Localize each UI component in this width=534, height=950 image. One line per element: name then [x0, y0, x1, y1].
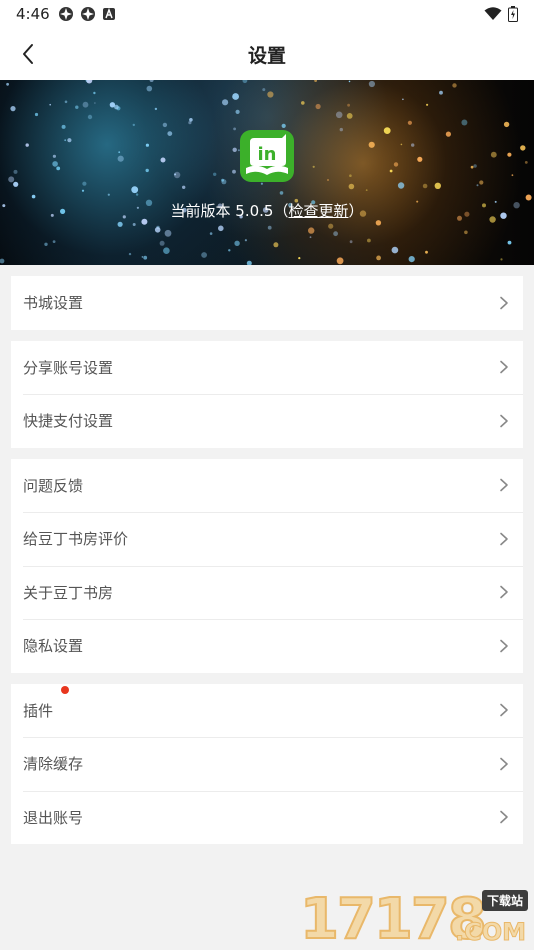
settings-group: 问题反馈给豆丁书房评价 关于豆丁书房 隐私设置 [11, 458, 523, 673]
site-watermark-logo: 17178 下载站 .COM [299, 886, 530, 950]
settings-row-label: 给豆丁书房评价 [23, 530, 129, 549]
status-notification-icons [58, 6, 116, 22]
settings-row-label: 插件 [23, 685, 497, 721]
settings-row-label: 退出账号 [23, 808, 84, 827]
settings-row-label: 快捷支付设置 [23, 412, 114, 431]
settings-row[interactable]: 插件 [11, 684, 523, 738]
settings-list: 书城设置 分享账号设置 快捷支付设置 问题反馈 给豆丁书房评价 关于豆丁书房 隐私设置 插件清… [0, 276, 534, 844]
chevron-right-icon [500, 360, 508, 374]
settings-row-label: 隐私设置 [23, 637, 84, 656]
chevron-right-icon [500, 478, 508, 492]
status-time: 4:46 [16, 5, 50, 23]
watermark-tag: 下载站 [481, 890, 528, 911]
version-banner: in 当前版本 5.0.5（检查更新） [0, 80, 534, 265]
settings-row-label: 书城设置 [23, 294, 84, 313]
settings-row[interactable]: 分享账号设置 [11, 341, 523, 395]
chevron-right-icon [500, 757, 508, 771]
settings-row-label: 关于豆丁书房 [23, 583, 114, 602]
settings-row[interactable]: 退出账号 [11, 790, 523, 845]
settings-group: 插件清除缓存退出账号 [11, 683, 523, 845]
settings-group: 书城设置 [11, 276, 523, 330]
chevron-right-icon [500, 532, 508, 546]
chevron-right-icon [500, 703, 508, 717]
chevron-right-icon [500, 414, 508, 428]
settings-row[interactable]: 清除缓存 [11, 737, 523, 791]
version-text: 当前版本 5.0.5（ [170, 202, 289, 220]
chevron-right-icon [500, 810, 508, 824]
back-button[interactable] [14, 40, 42, 68]
settings-row-label: 分享账号设置 [23, 358, 114, 377]
check-update-link[interactable]: 检查更新 [288, 202, 348, 220]
nav-bar: 设置 [0, 28, 534, 80]
page-title: 设置 [247, 44, 286, 67]
app-notification-icon [58, 7, 73, 21]
settings-row[interactable]: 给豆丁书房评价 [11, 512, 523, 566]
status-left: 4:46 [16, 5, 116, 23]
app-notification-icon [80, 7, 95, 21]
chevron-right-icon [500, 296, 508, 310]
settings-row-label: 问题反馈 [23, 476, 84, 495]
settings-row[interactable]: 关于豆丁书房 [11, 565, 523, 620]
watermark-suffix: .COM [454, 918, 526, 947]
app-logo-icon: in [240, 130, 294, 182]
settings-group: 分享账号设置 快捷支付设置 [11, 340, 523, 448]
app-logo-text: in [258, 144, 277, 165]
a-badge-icon [102, 7, 115, 20]
status-right [484, 6, 518, 22]
new-badge-dot [61, 685, 69, 694]
wifi-icon [484, 7, 502, 20]
version-text-suffix: ） [348, 202, 364, 220]
battery-icon [508, 6, 518, 22]
version-info: 当前版本 5.0.5（检查更新） [0, 200, 534, 221]
settings-row[interactable]: 隐私设置 [11, 619, 523, 673]
settings-row-label: 清除缓存 [23, 755, 84, 774]
settings-row[interactable]: 问题反馈 [11, 459, 523, 513]
settings-row[interactable]: 书城设置 [11, 276, 523, 330]
chevron-left-icon [23, 44, 33, 64]
chevron-right-icon [500, 639, 508, 653]
chevron-right-icon [500, 585, 508, 599]
status-bar: 4:46 [0, 0, 534, 28]
settings-row[interactable]: 快捷支付设置 [11, 394, 523, 448]
